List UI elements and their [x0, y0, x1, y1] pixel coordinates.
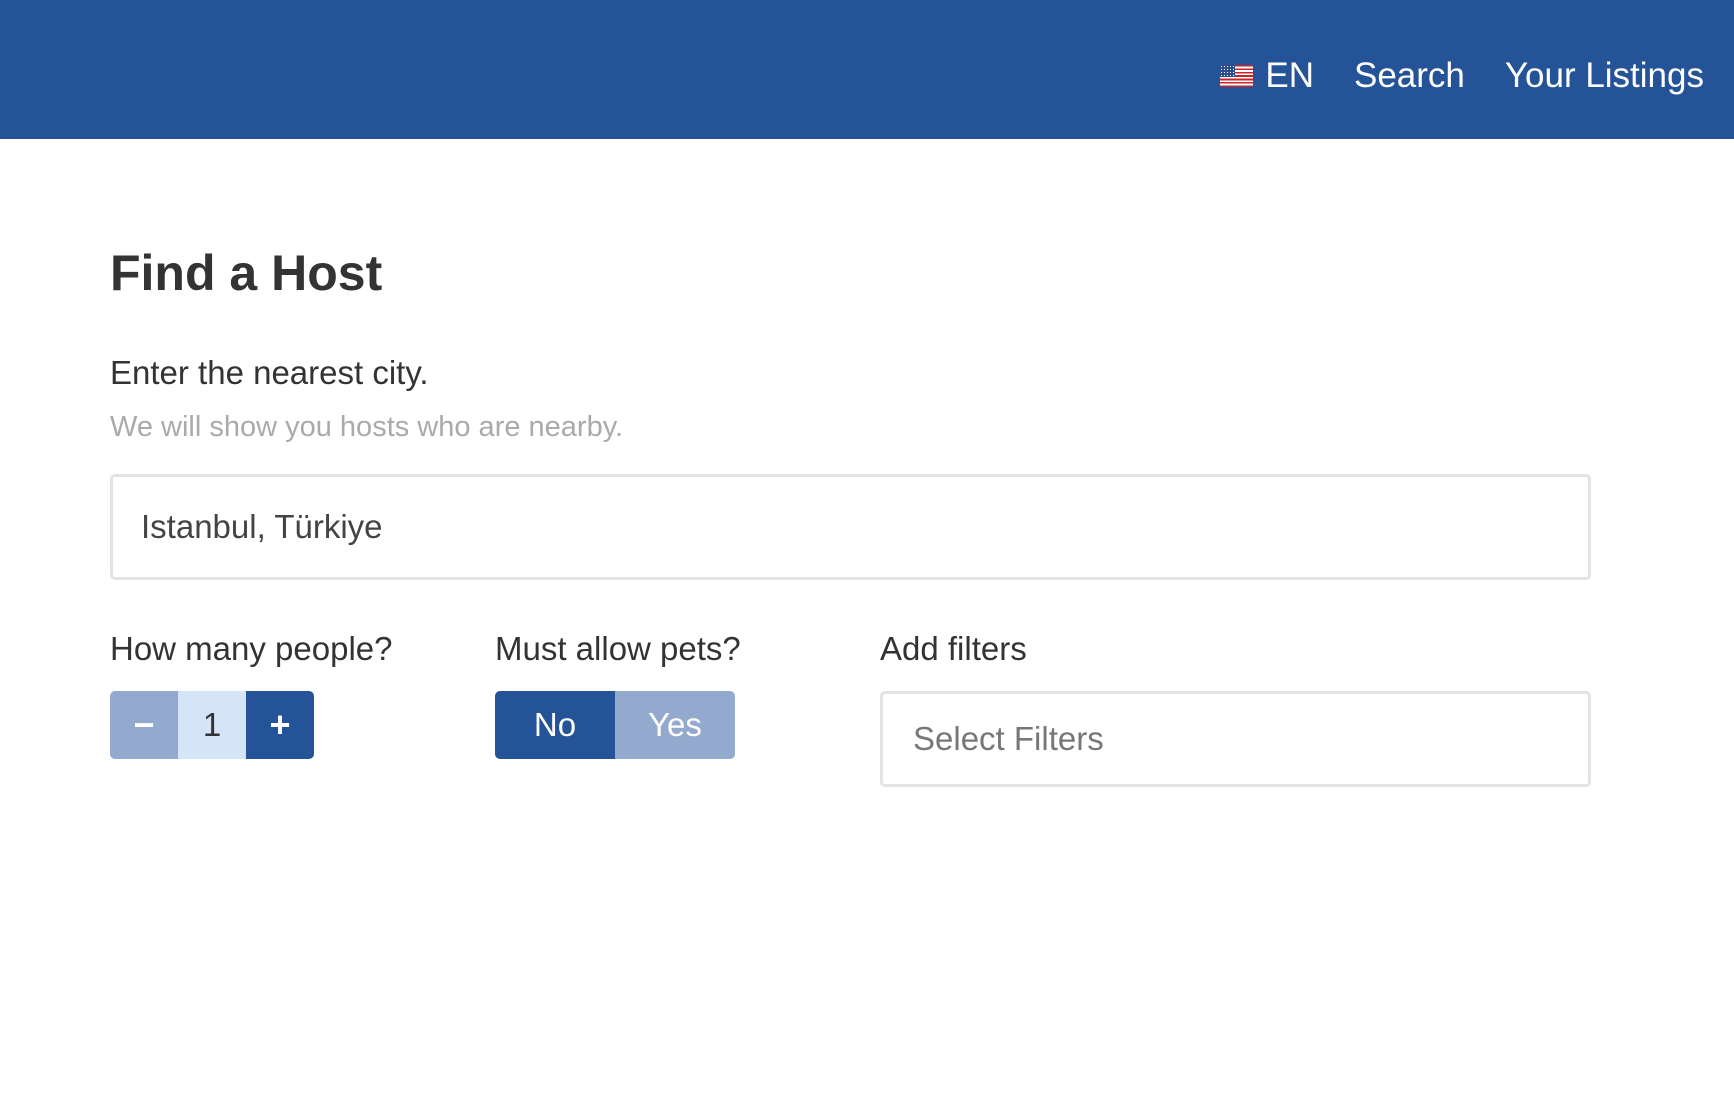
filters-label: Add filters: [880, 630, 1027, 667]
us-flag-icon: [1220, 64, 1254, 87]
language-selector[interactable]: EN: [1220, 56, 1314, 96]
people-stepper: − 1 +: [110, 691, 314, 759]
city-label: Enter the nearest city.: [110, 354, 429, 391]
minus-icon: −: [133, 704, 155, 745]
city-help-text: We will show you hosts who are nearby.: [110, 411, 624, 443]
pets-no-option[interactable]: No: [495, 691, 615, 759]
top-navbar: EN Search Your Listings: [0, 0, 1734, 139]
people-count: 1: [178, 691, 246, 759]
filters-placeholder: Select Filters: [913, 720, 1104, 757]
nav-search-link[interactable]: Search: [1354, 56, 1465, 96]
people-label: How many people?: [110, 630, 393, 667]
plus-icon: +: [269, 704, 291, 745]
increment-button[interactable]: +: [246, 691, 314, 759]
page-title: Find a Host: [110, 245, 383, 301]
pets-label: Must allow pets?: [495, 630, 741, 667]
city-input[interactable]: [110, 474, 1591, 580]
pets-toggle: No Yes: [495, 691, 735, 759]
language-label: EN: [1265, 55, 1314, 95]
nav-your-listings-link[interactable]: Your Listings: [1505, 56, 1704, 96]
nav-links: EN Search Your Listings: [1220, 0, 1704, 151]
filters-select[interactable]: Select Filters: [880, 691, 1591, 787]
pets-yes-option[interactable]: Yes: [615, 691, 735, 759]
decrement-button[interactable]: −: [110, 691, 178, 759]
